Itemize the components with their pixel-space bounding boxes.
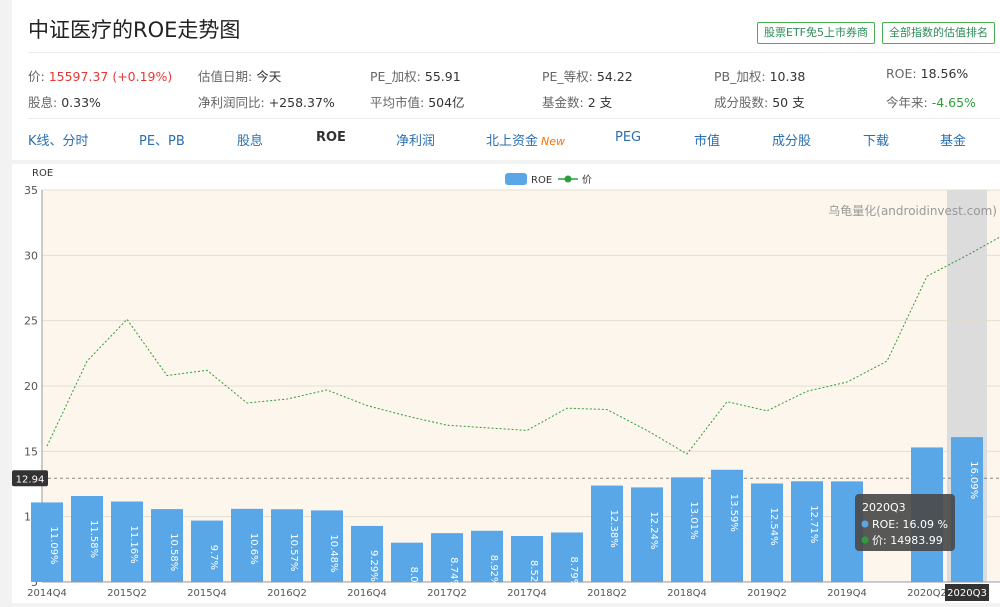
x-tick-label: 2017Q2 (427, 588, 467, 599)
tooltip-roe: ROE: 16.09 % (872, 518, 948, 531)
y-tick-label: 30 (24, 249, 38, 262)
x-tick-label: 2020Q2 (907, 588, 947, 599)
tab-download[interactable]: 下载 (863, 130, 889, 149)
x-tick-label: 2019Q2 (747, 588, 787, 599)
bar-data-label: 8.79% (568, 556, 579, 588)
y-axis-title: ROE (32, 168, 53, 179)
tooltip-price: 价: 14983.99 (872, 534, 943, 547)
legend-price-marker (564, 175, 572, 183)
x-tick-label: 2019Q4 (827, 588, 867, 599)
y-tick-label: 35 (24, 184, 38, 197)
stat-dividend: 股息: 0.33% (28, 95, 101, 110)
tab-constituents[interactable]: 成分股 (772, 130, 811, 149)
stat-price: 价: 15597.37 (+0.19%) (28, 69, 173, 84)
tooltip-roe-dot (861, 520, 869, 528)
tab-pe-pb[interactable]: PE、PB (139, 130, 185, 149)
tab-northbound[interactable]: 北上资金 New (486, 130, 565, 149)
bar-data-label: 10.6% (248, 533, 259, 565)
bar-data-label: 16.09% (968, 461, 979, 499)
ytd-value: -4.65% (931, 95, 976, 110)
bar-data-label: 12.54% (768, 507, 779, 545)
chart-canvas[interactable]: 5101520253035ROE12.9411.09%11.58%11.16%1… (12, 164, 1000, 603)
bar-data-label: 8.74% (448, 557, 459, 589)
tab-kline[interactable]: K线、分时 (28, 130, 89, 149)
price-value: 15597.37 (+0.19%) (48, 69, 173, 84)
bar-data-label: 12.38% (608, 510, 619, 548)
bar-data-label: 10.58% (168, 533, 179, 571)
legend-roe-label: ROE (531, 175, 552, 186)
stat-constituent-count: 成分股数: 50 支 (714, 95, 805, 110)
x-tick-label: 2018Q2 (587, 588, 627, 599)
valuation-rank-button[interactable]: 全部指数的估值排名 (882, 22, 995, 44)
bar-data-label: 10.48% (328, 534, 339, 572)
tab-net-profit[interactable]: 净利润 (396, 130, 435, 149)
tab-funds[interactable]: 基金 (940, 130, 966, 149)
divider (28, 118, 1000, 119)
tab-market-cap[interactable]: 市值 (694, 130, 720, 149)
tab-roe[interactable]: ROE (316, 130, 346, 145)
bar-data-label: 9.29% (368, 550, 379, 582)
bar-data-label: 9.7% (208, 545, 219, 570)
x-tick-label: 2016Q4 (347, 588, 387, 599)
x-tick-label: 2015Q4 (187, 588, 227, 599)
x-tick-label: 2016Q2 (267, 588, 307, 599)
bar-data-label: 13.01% (688, 501, 699, 539)
y-tick-label: 15 (24, 445, 38, 458)
stat-avg-mcap: 平均市值: 504亿 (370, 95, 465, 110)
stat-pe-equal: PE_等权: 54.22 (542, 69, 633, 84)
bar-data-label: 10.57% (288, 533, 299, 571)
stat-pb-weighted: PB_加权: 10.38 (714, 69, 806, 84)
tooltip-price-dot (861, 536, 869, 544)
bar-data-label: 11.09% (48, 526, 59, 564)
stat-ytd: 今年来: -4.65% (886, 95, 976, 110)
tab-dividend[interactable]: 股息 (237, 130, 263, 149)
bar-data-label: 11.16% (128, 526, 139, 564)
roe-bar (951, 437, 983, 582)
x-tick-label: 2017Q4 (507, 588, 547, 599)
stat-fund-count: 基金数: 2 支 (542, 95, 613, 110)
stat-roe: ROE: 18.56% (886, 66, 969, 81)
tooltip-title: 2020Q3 (862, 501, 906, 514)
stat-net-profit-yoy: 净利润同比: +258.37% (198, 95, 335, 110)
header-card: 中证医疗的ROE走势图 股票ETF免5上市券商 全部指数的估值排名 价: 155… (12, 0, 1000, 160)
x-tick-label: 2015Q2 (107, 588, 147, 599)
stat-date: 估值日期: 今天 (198, 69, 282, 84)
bar-data-label: 13.59% (728, 494, 739, 532)
x-tick-label: 2014Q4 (27, 588, 67, 599)
etf-broker-button[interactable]: 股票ETF免5上市券商 (757, 22, 875, 44)
page-title: 中证医疗的ROE走势图 (28, 18, 241, 42)
bar-data-label: 8.92% (488, 555, 499, 587)
bar-data-label: 11.58% (88, 520, 99, 558)
new-badge: New (541, 135, 566, 148)
bar-data-label: 8.01% (408, 567, 419, 599)
legend-roe-swatch (505, 173, 527, 185)
pointer-value: 12.94 (16, 474, 45, 485)
divider (28, 52, 1000, 53)
x-tick-label: 2020Q3 (947, 588, 987, 599)
roe-chart[interactable]: 5101520253035ROE12.9411.09%11.58%11.16%1… (12, 164, 1000, 603)
legend-price-label: 价 (582, 174, 592, 186)
y-tick-label: 20 (24, 380, 38, 393)
bar-data-label: 12.71% (808, 505, 819, 543)
stat-pe-weighted: PE_加权: 55.91 (370, 69, 461, 84)
watermark: 乌龟量化(androidinvest.com) (828, 203, 997, 218)
bar-data-label: 12.24% (648, 511, 659, 549)
y-tick-label: 25 (24, 315, 38, 328)
x-tick-label: 2018Q4 (667, 588, 707, 599)
tab-peg[interactable]: PEG (615, 130, 641, 145)
